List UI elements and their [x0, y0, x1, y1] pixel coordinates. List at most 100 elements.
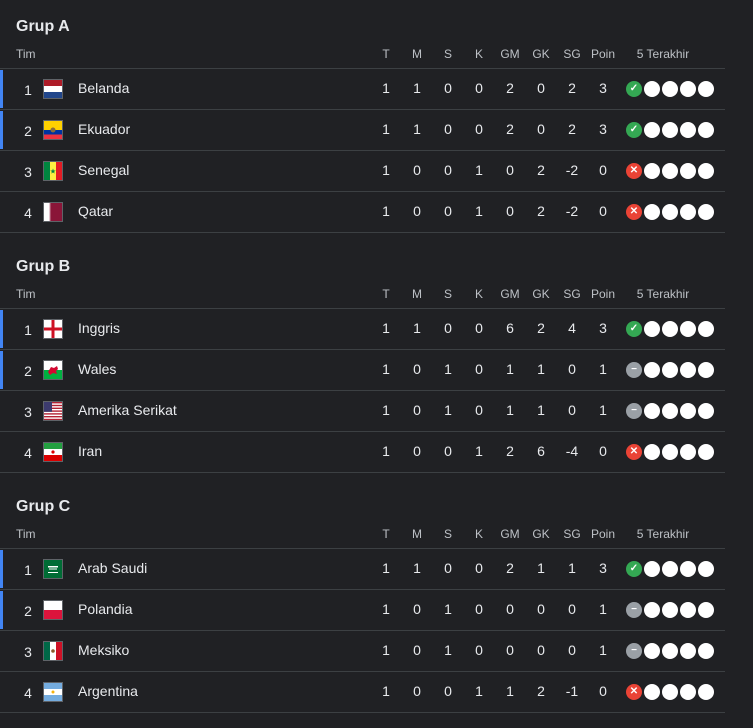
loss-x-icon[interactable]: ✕	[626, 444, 642, 460]
team-name[interactable]: Senegal	[78, 162, 129, 178]
stat-gk: 0	[537, 601, 545, 617]
team-name[interactable]: Arab Saudi	[78, 560, 147, 576]
draw-minus-icon[interactable]: −	[626, 643, 642, 659]
stat-t: 1	[382, 642, 390, 658]
qatar-flag-icon	[43, 202, 63, 222]
team-name[interactable]: Qatar	[78, 203, 113, 219]
stat-k: 0	[475, 121, 483, 137]
header-t: T	[382, 47, 390, 61]
senegal-flag-icon	[43, 161, 63, 181]
last-five-results: ✕	[626, 444, 714, 462]
empty-result-icon	[644, 684, 660, 700]
empty-result-icon	[680, 684, 696, 700]
table-row[interactable]: 1 Inggris 1 1 0 0 6 2 4 3 ✓	[0, 309, 725, 350]
last-five-results: ✓	[626, 321, 714, 339]
last-five-results: −	[626, 362, 714, 380]
draw-minus-icon[interactable]: −	[626, 403, 642, 419]
team-name[interactable]: Belanda	[78, 80, 129, 96]
group-title: Grup B	[16, 258, 71, 275]
win-check-icon[interactable]: ✓	[626, 321, 642, 337]
win-check-icon[interactable]: ✓	[626, 122, 642, 138]
empty-result-icon	[698, 643, 714, 659]
group-0: Grup A Tim T M S K GM GK SG Poin 5 Terakhir 1 Beland…	[0, 0, 753, 240]
stat-gk: 2	[537, 683, 545, 699]
team-name[interactable]: Amerika Serikat	[78, 402, 177, 418]
table-row[interactable]: 2 Wales 1 0 1 0 1 1 0 1 −	[0, 350, 725, 391]
team-name[interactable]: Ekuador	[78, 121, 130, 137]
stat-p: 0	[599, 683, 607, 699]
stat-t: 1	[382, 601, 390, 617]
draw-minus-icon[interactable]: −	[626, 602, 642, 618]
stat-s: 1	[444, 361, 452, 377]
header-s: S	[443, 47, 452, 61]
team-position: 3	[24, 404, 32, 420]
stat-k: 0	[475, 601, 483, 617]
header-m: M	[412, 287, 422, 301]
header-last5: 5 Terakhir	[636, 47, 690, 61]
team-position: 2	[24, 123, 32, 139]
header-gk: GK	[532, 47, 550, 61]
table-row[interactable]: 3 Amerika Serikat 1 0 1 0 1 1 0 1 −	[0, 391, 725, 432]
stat-sg: -4	[565, 443, 579, 459]
stat-p: 1	[599, 601, 607, 617]
draw-minus-icon[interactable]: −	[626, 362, 642, 378]
stat-s: 0	[444, 203, 452, 219]
stat-t: 1	[382, 203, 390, 219]
empty-result-icon	[662, 163, 678, 179]
team-name[interactable]: Wales	[78, 361, 116, 377]
group-2: Grup C Tim T M S K GM GK SG Poin 5 Terakhir 1 Arab S…	[0, 480, 753, 720]
table-row[interactable]: 3 Meksiko 1 0 1 0 0 0 0 1 −	[0, 631, 725, 672]
empty-result-icon	[644, 602, 660, 618]
header-last5: 5 Terakhir	[636, 527, 690, 541]
stat-m: 1	[413, 121, 421, 137]
last-five-results: −	[626, 403, 714, 421]
win-check-icon[interactable]: ✓	[626, 561, 642, 577]
table-row[interactable]: 4 Iran 1 0 0 1 2 6 -4 0 ✕	[0, 432, 725, 473]
table-row[interactable]: 4 Qatar 1 0 0 1 0 2 -2 0 ✕	[0, 192, 725, 233]
iran-flag-icon	[43, 442, 63, 462]
stat-k: 1	[475, 203, 483, 219]
stat-k: 0	[475, 642, 483, 658]
stat-gm: 1	[506, 402, 514, 418]
team-name[interactable]: Iran	[78, 443, 102, 459]
table-row[interactable]: 2 Ekuador 1 1 0 0 2 0 2 3 ✓	[0, 110, 725, 151]
table-row[interactable]: 3 Senegal 1 0 0 1 0 2 -2 0 ✕	[0, 151, 725, 192]
empty-result-icon	[698, 122, 714, 138]
empty-result-icon	[680, 204, 696, 220]
win-check-icon[interactable]: ✓	[626, 81, 642, 97]
stat-k: 1	[475, 683, 483, 699]
header-sg: SG	[563, 47, 581, 61]
table-row[interactable]: 1 Belanda 1 1 0 0 2 0 2 3 ✓	[0, 69, 725, 110]
stat-gm: 1	[506, 361, 514, 377]
team-name[interactable]: Argentina	[78, 683, 138, 699]
stat-m: 0	[413, 683, 421, 699]
empty-result-icon	[662, 204, 678, 220]
table-row[interactable]: 4 Argentina 1 0 0 1 1 2 -1 0 ✕	[0, 672, 725, 713]
table-header: Tim T M S K GM GK SG Poin 5 Terakhir	[0, 524, 725, 549]
empty-result-icon	[662, 444, 678, 460]
stat-gm: 2	[506, 560, 514, 576]
loss-x-icon[interactable]: ✕	[626, 684, 642, 700]
empty-result-icon	[644, 403, 660, 419]
stat-m: 0	[413, 443, 421, 459]
header-team: Tim	[16, 527, 36, 541]
header-p: Poin	[591, 47, 616, 61]
team-name[interactable]: Inggris	[78, 320, 120, 336]
loss-x-icon[interactable]: ✕	[626, 163, 642, 179]
stat-s: 0	[444, 320, 452, 336]
header-m: M	[412, 527, 422, 541]
stat-sg: 0	[568, 402, 576, 418]
table-row[interactable]: 2 Polandia 1 0 1 0 0 0 0 1 −	[0, 590, 725, 631]
empty-result-icon	[680, 444, 696, 460]
stat-gm: 2	[506, 80, 514, 96]
team-name[interactable]: Polandia	[78, 601, 133, 617]
empty-result-icon	[662, 643, 678, 659]
table-row[interactable]: 1 Arab Saudi 1 1 0 0 2 1 1 3 ✓	[0, 549, 725, 590]
stat-gm: 2	[506, 121, 514, 137]
stat-s: 0	[444, 80, 452, 96]
stat-s: 1	[444, 642, 452, 658]
loss-x-icon[interactable]: ✕	[626, 204, 642, 220]
team-name[interactable]: Meksiko	[78, 642, 129, 658]
empty-result-icon	[680, 321, 696, 337]
last-five-results: ✕	[626, 684, 714, 702]
